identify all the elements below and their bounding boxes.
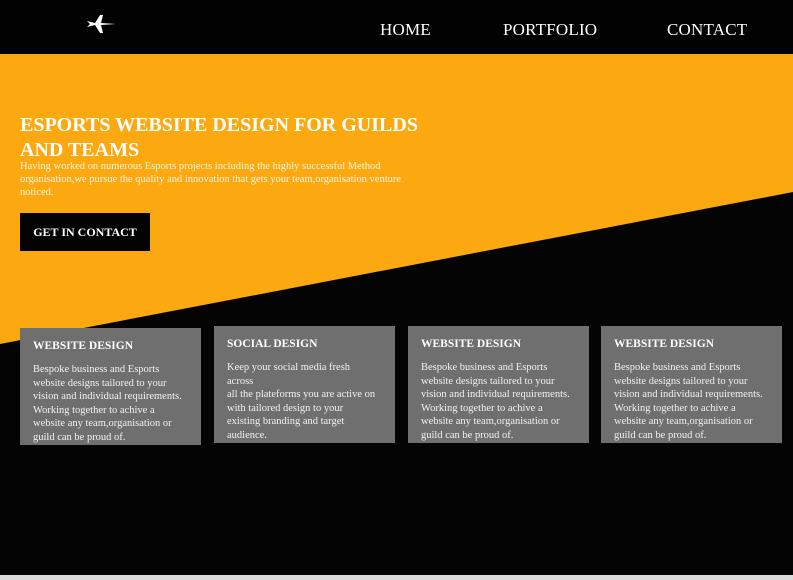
card-title: SOCIAL DESIGN [227,338,318,350]
service-card-social-design: SOCIAL DESIGN Keep your social media fre… [214,326,395,443]
card-title: WEBSITE DESIGN [614,338,715,350]
card-text: Keep your social media fresh across all … [227,362,376,441]
nav-portfolio-link[interactable]: PORTFOLIO [503,20,597,40]
bottom-border [0,575,793,580]
get-in-contact-button[interactable]: GET IN CONTACT [20,213,150,251]
nav-home-link[interactable]: HOME [380,20,431,40]
service-card-website-design: WEBSITE DESIGN Bespoke business and Espo… [20,328,201,445]
card-title: WEBSITE DESIGN [33,340,134,352]
plane-icon[interactable] [84,12,118,36]
card-title: WEBSITE DESIGN [421,338,522,350]
card-text: Bespoke business and Esports website des… [421,362,570,441]
site-header: HOME PORTFOLIO CONTACT [0,0,793,54]
nav-contact-link[interactable]: CONTACT [667,20,747,40]
hero-background [0,54,793,344]
card-text: Bespoke business and Esports website des… [614,362,763,441]
service-card-website-design-3: WEBSITE DESIGN Bespoke business and Espo… [601,326,782,443]
hero-description: Having worked on numerous Esports projec… [20,161,402,198]
hero-title: ESPORTS WEBSITE DESIGN FOR GUILDS AND TE… [20,114,418,161]
service-card-website-design-2: WEBSITE DESIGN Bespoke business and Espo… [408,326,589,443]
card-text: Bespoke business and Esports website des… [33,364,182,443]
